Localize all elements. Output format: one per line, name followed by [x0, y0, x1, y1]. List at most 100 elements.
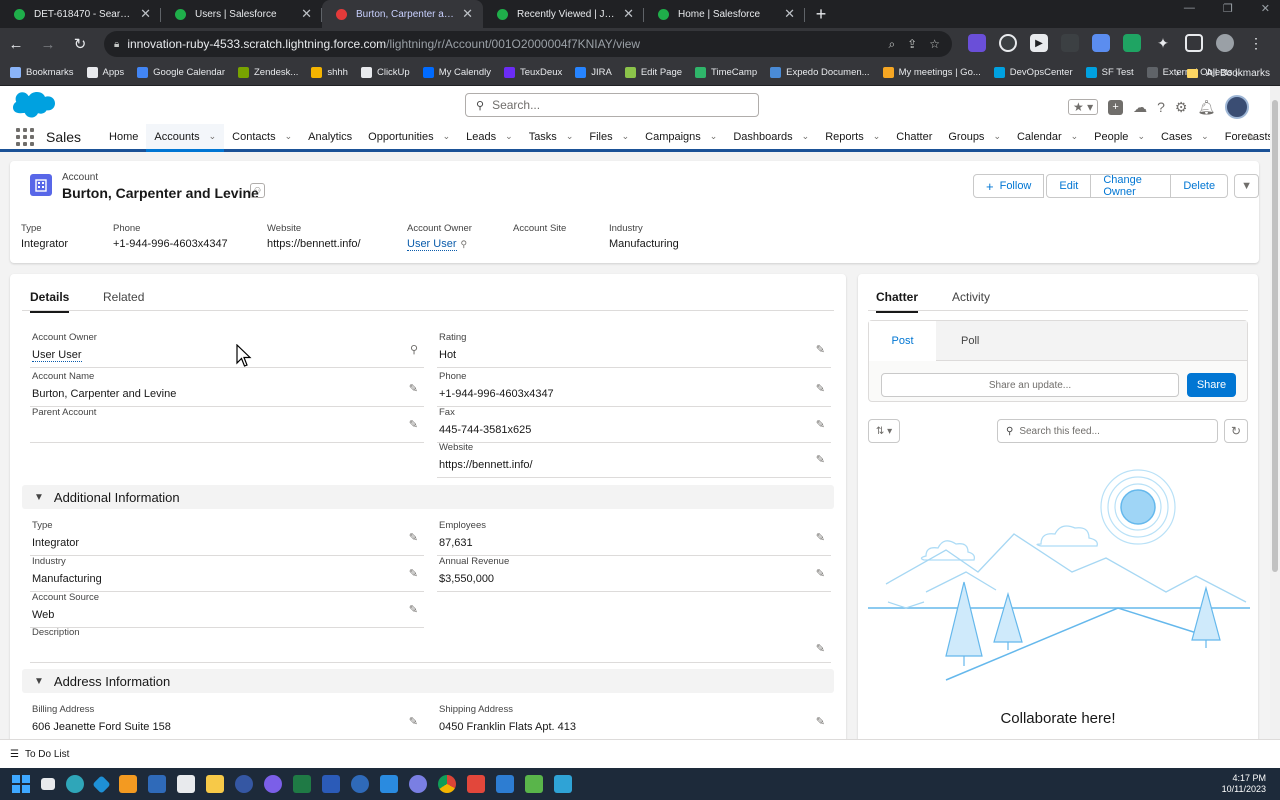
pencil-icon[interactable]: ✎	[816, 642, 825, 655]
change-owner-button[interactable]: Change Owner	[1090, 174, 1172, 198]
bookmark-item[interactable]: TeuxDeux	[503, 67, 562, 78]
chevron-right-icon[interactable]: ›	[1176, 68, 1179, 79]
website-link[interactable]: https://bennett.info/	[267, 238, 361, 250]
fax-link[interactable]: 445-744-3581x625	[439, 424, 531, 436]
windows-start-icon[interactable]	[12, 775, 30, 793]
chevron-down-icon[interactable]: ⌄	[1071, 131, 1079, 142]
nav-item-home[interactable]: Home	[101, 123, 146, 151]
chevron-down-icon[interactable]: ⌄	[802, 131, 810, 142]
all-bookmarks-link[interactable]: All Bookmarks	[1206, 68, 1270, 79]
more-menu-icon[interactable]: ⋮	[1247, 34, 1265, 52]
pencil-icon[interactable]: ✎	[816, 567, 825, 580]
pencil-icon[interactable]: ✎	[816, 531, 825, 544]
delete-button[interactable]: Delete	[1170, 174, 1229, 198]
taskbar-clock[interactable]: 4:17 PM 10/11/2023	[1222, 773, 1266, 795]
todo-list-item[interactable]: ☰ To Do List	[10, 749, 69, 760]
close-window-icon[interactable]: ✕	[1261, 2, 1270, 15]
global-actions-icon[interactable]: +	[1108, 99, 1124, 115]
chevron-down-icon[interactable]: ⌄	[285, 131, 293, 142]
bookmark-item[interactable]: My Calendly	[422, 67, 491, 78]
tab-details[interactable]: Details	[30, 290, 70, 313]
settings-icon[interactable]	[409, 775, 427, 793]
nav-item-reports[interactable]: Reports ⌄	[817, 123, 888, 151]
close-icon[interactable]: ✕	[784, 6, 795, 22]
bookmark-item[interactable]: DevOpsCenter	[993, 67, 1073, 78]
feed-search-input[interactable]: ⚲ Search this feed...	[997, 419, 1218, 443]
nav-item-people[interactable]: People ⌄	[1086, 123, 1153, 151]
taskbar-app-icon[interactable]	[92, 774, 111, 794]
extension-icon[interactable]	[1092, 34, 1110, 52]
extension-icon[interactable]	[1061, 34, 1079, 52]
nav-item-tasks[interactable]: Tasks ⌄	[521, 123, 582, 151]
nav-item-calendar[interactable]: Calendar ⌄	[1009, 123, 1086, 151]
profile-avatar-icon[interactable]	[1216, 34, 1234, 52]
salesforce-logo-icon[interactable]	[11, 91, 55, 121]
help-icon[interactable]: ?	[1157, 99, 1165, 115]
address-bar[interactable]: 🔒︎ innovation-ruby-4533.scratch.lightnin…	[104, 31, 952, 57]
refresh-feed-button[interactable]: ↻	[1224, 419, 1248, 443]
hierarchy-icon[interactable]: ⚇	[250, 183, 265, 198]
close-icon[interactable]: ✕	[301, 6, 312, 22]
billing-address-link[interactable]: 606 Jeanette Ford Suite 158	[32, 721, 171, 733]
share-update-input[interactable]: Share an update...	[881, 373, 1179, 397]
store-icon[interactable]	[177, 775, 195, 793]
nav-item-analytics[interactable]: Analytics	[300, 123, 360, 151]
nav-item-accounts[interactable]: Accounts ⌄	[146, 124, 225, 152]
change-owner-icon[interactable]: ⚲	[410, 343, 418, 356]
bookmark-item[interactable]: Edit Page	[624, 67, 682, 78]
nav-item-leads[interactable]: Leads ⌄	[458, 123, 521, 151]
pencil-icon[interactable]: ✎	[816, 453, 825, 466]
bookmark-item[interactable]: Apps	[86, 67, 124, 78]
shipping-address-link[interactable]: 0450 Franklin Flats Apt. 413	[439, 721, 576, 733]
pencil-icon[interactable]: ✎	[409, 603, 418, 616]
taskbar-app-icon[interactable]	[525, 775, 543, 793]
file-explorer-icon[interactable]	[206, 775, 224, 793]
pencil-icon[interactable]: ✎	[816, 715, 825, 728]
setup-gear-icon[interactable]: ⚙	[1175, 99, 1188, 116]
browser-tab[interactable]: Recently Viewed | Job Details ✕	[483, 0, 644, 28]
bookmark-item[interactable]: JIRA	[575, 67, 612, 78]
section-additional-information[interactable]: ▼ Additional Information	[22, 485, 834, 509]
tab-chatter[interactable]: Chatter	[876, 290, 919, 313]
taskbar-app-icon[interactable]	[554, 775, 572, 793]
sublime-icon[interactable]	[119, 775, 137, 793]
bookmark-item[interactable]: Zendesk...	[238, 67, 298, 78]
user-avatar[interactable]	[1225, 95, 1250, 119]
bookmark-item[interactable]: TimeCamp	[695, 67, 757, 78]
task-view-icon[interactable]	[41, 778, 55, 790]
pencil-icon[interactable]: ✎	[816, 418, 825, 431]
pencil-icon[interactable]: ✎	[409, 715, 418, 728]
taskbar-app-icon[interactable]	[496, 775, 514, 793]
tab-poll[interactable]: Poll	[961, 335, 979, 347]
calculator-icon[interactable]	[148, 775, 166, 793]
extension-icon[interactable]	[968, 34, 986, 52]
taskbar-app-icon[interactable]	[351, 775, 369, 793]
bookmark-item[interactable]: SF Test	[1085, 67, 1134, 78]
extension-icon[interactable]	[1123, 34, 1141, 52]
maximize-icon[interactable]: ❐	[1223, 2, 1233, 15]
taskbar-app-icon[interactable]	[264, 775, 282, 793]
owner-link[interactable]: User User	[407, 238, 457, 251]
chevron-down-icon[interactable]: ⌄	[622, 131, 630, 142]
pencil-icon[interactable]: ✎	[409, 418, 418, 431]
browser-tab[interactable]: Home | Salesforce ✕	[644, 0, 805, 28]
more-actions-dropdown[interactable]: ▼	[1234, 174, 1259, 198]
bookmark-item[interactable]: ClickUp	[360, 67, 410, 78]
edge-icon[interactable]	[66, 775, 84, 793]
chevron-down-icon[interactable]: ⌄	[710, 131, 718, 142]
share-icon[interactable]: ⇪	[907, 37, 917, 51]
chevron-down-icon[interactable]: ⌄	[443, 131, 451, 142]
extension-icon[interactable]: ▶	[1030, 34, 1048, 52]
chevron-down-icon[interactable]: ⌄	[566, 131, 574, 142]
chevron-down-icon[interactable]: ⌄	[505, 131, 513, 142]
pencil-icon[interactable]: ✎	[816, 343, 825, 356]
pencil-icon[interactable]: ✎	[409, 567, 418, 580]
side-panel-icon[interactable]	[1185, 34, 1203, 52]
taskbar-app-icon[interactable]	[467, 775, 485, 793]
chevron-down-icon[interactable]: ⌄	[209, 131, 217, 142]
change-owner-icon[interactable]: ⚲	[461, 239, 468, 249]
nav-item-campaigns[interactable]: Campaigns ⌄	[637, 123, 725, 151]
browser-tab-active[interactable]: Burton, Carpenter and Levine ✕	[322, 0, 483, 28]
zoom-icon[interactable]: ⌕	[888, 37, 895, 52]
nav-item-files[interactable]: Files ⌄	[581, 123, 637, 151]
